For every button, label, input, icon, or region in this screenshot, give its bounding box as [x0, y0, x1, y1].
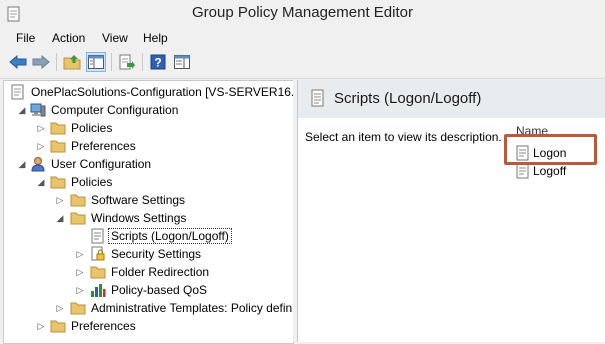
- tree-label: Software Settings: [91, 193, 186, 207]
- back-icon: [9, 55, 27, 69]
- collapse-arrow-icon[interactable]: ◢: [55, 213, 65, 223]
- tree-item-uc-preferences[interactable]: ▷ Preferences: [4, 317, 293, 335]
- menu-bar: File Action View Help: [0, 28, 605, 48]
- tree-item-user-configuration[interactable]: ◢ User Configuration: [4, 155, 293, 173]
- folder-icon: [50, 176, 66, 189]
- tree-item-admin-templates[interactable]: ▷ Administrative Templates: Policy defin: [4, 299, 293, 317]
- tree-item-computer-configuration[interactable]: ◢ Computer Configuration: [4, 101, 293, 119]
- tree-label: Policies: [71, 175, 113, 189]
- annotation-highlight-box: [504, 134, 597, 165]
- expand-arrow-icon[interactable]: ▷: [75, 249, 85, 259]
- user-icon: [31, 157, 45, 172]
- tree-label: Policy-based QoS: [111, 283, 208, 297]
- properties-pane-button[interactable]: [172, 52, 192, 72]
- folder-icon: [90, 266, 106, 279]
- tree-label: Policies: [71, 121, 113, 135]
- details-header: Scripts (Logon/Logoff): [298, 80, 605, 118]
- properties-pane-icon: [174, 55, 190, 69]
- tree-label: OnePlacSolutions-Configuration [VS-SERVE…: [31, 85, 294, 99]
- expand-arrow-icon[interactable]: ▷: [36, 141, 46, 151]
- menu-help[interactable]: Help: [143, 31, 168, 45]
- console-tree[interactable]: OnePlacSolutions-Configuration [VS-SERVE…: [3, 80, 294, 344]
- toolbar: ?: [0, 48, 605, 79]
- description-text: Select an item to view its description.: [305, 130, 502, 144]
- show-hide-tree-button[interactable]: [86, 52, 106, 72]
- script-icon: [91, 228, 104, 244]
- expand-arrow-icon[interactable]: ▷: [36, 321, 46, 331]
- tree-item-folder-redirection[interactable]: ▷ Folder Redirection: [4, 263, 293, 281]
- tree-item-cc-preferences[interactable]: ▷ Preferences: [4, 137, 293, 155]
- expand-arrow-icon[interactable]: ▷: [55, 303, 65, 313]
- export-list-icon: [119, 54, 135, 70]
- expand-arrow-icon[interactable]: ▷: [75, 267, 85, 277]
- help-icon: ?: [150, 54, 166, 70]
- tree-label: User Configuration: [51, 157, 152, 171]
- export-list-button[interactable]: [117, 52, 137, 72]
- script-icon: [311, 89, 324, 107]
- tree-label: Folder Redirection: [111, 265, 210, 279]
- folder-icon: [70, 194, 86, 207]
- computer-icon: [30, 103, 46, 117]
- help-button[interactable]: ?: [148, 52, 168, 72]
- folder-icon: [70, 302, 86, 315]
- tree-label: Security Settings: [111, 247, 202, 261]
- folder-icon: [50, 140, 66, 153]
- tree-item-policy-qos[interactable]: ▷ Policy-based QoS: [4, 281, 293, 299]
- tree-item-software-settings[interactable]: ▷ Software Settings: [4, 191, 293, 209]
- tree-item-cc-policies[interactable]: ▷ Policies: [4, 119, 293, 137]
- tree-label: Administrative Templates: Policy defin: [91, 301, 293, 315]
- details-title: Scripts (Logon/Logoff): [334, 90, 482, 107]
- tree-label: Scripts (Logon/Logoff): [108, 228, 232, 244]
- tree-label: Preferences: [71, 139, 136, 153]
- security-icon: [91, 246, 105, 261]
- tree-item-security-settings[interactable]: ▷ Security Settings: [4, 245, 293, 263]
- collapse-arrow-icon[interactable]: ◢: [36, 177, 46, 187]
- back-button[interactable]: [8, 52, 28, 72]
- expand-arrow-icon[interactable]: ▷: [75, 285, 85, 295]
- svg-text:?: ?: [154, 56, 161, 70]
- menu-view[interactable]: View: [102, 31, 128, 45]
- tree-label: Computer Configuration: [51, 103, 179, 117]
- expand-arrow-icon[interactable]: ▷: [55, 195, 65, 205]
- forward-button[interactable]: [31, 52, 51, 72]
- tree-item-scripts[interactable]: Scripts (Logon/Logoff): [4, 227, 293, 245]
- expand-arrow-icon[interactable]: ▷: [36, 123, 46, 133]
- title-bar: Group Policy Management Editor: [0, 0, 605, 28]
- details-pane: Scripts (Logon/Logoff) Select an item to…: [297, 80, 605, 342]
- window-title: Group Policy Management Editor: [192, 4, 413, 21]
- menu-action[interactable]: Action: [52, 31, 85, 45]
- tree-label: Windows Settings: [91, 211, 187, 225]
- tree-item-gpo-root[interactable]: OnePlacSolutions-Configuration [VS-SERVE…: [4, 83, 293, 101]
- tree-item-uc-policies[interactable]: ◢ Policies: [4, 173, 293, 191]
- folder-icon: [50, 320, 66, 333]
- script-icon: [516, 163, 529, 179]
- qos-chart-icon: [91, 284, 106, 297]
- list-item-label: Logoff: [533, 164, 567, 178]
- show-hide-tree-icon: [88, 55, 104, 69]
- tree-label: Preferences: [71, 319, 136, 333]
- gpo-document-icon: [11, 84, 24, 100]
- folder-icon: [50, 122, 66, 135]
- collapse-arrow-icon[interactable]: ◢: [17, 159, 27, 169]
- forward-icon: [32, 55, 50, 69]
- collapse-arrow-icon[interactable]: ◢: [17, 105, 27, 115]
- tree-item-windows-settings[interactable]: ◢ Windows Settings: [4, 209, 293, 227]
- menu-file[interactable]: File: [16, 31, 35, 45]
- up-level-button[interactable]: [62, 52, 82, 72]
- folder-icon: [70, 212, 86, 225]
- up-folder-icon: [63, 55, 81, 70]
